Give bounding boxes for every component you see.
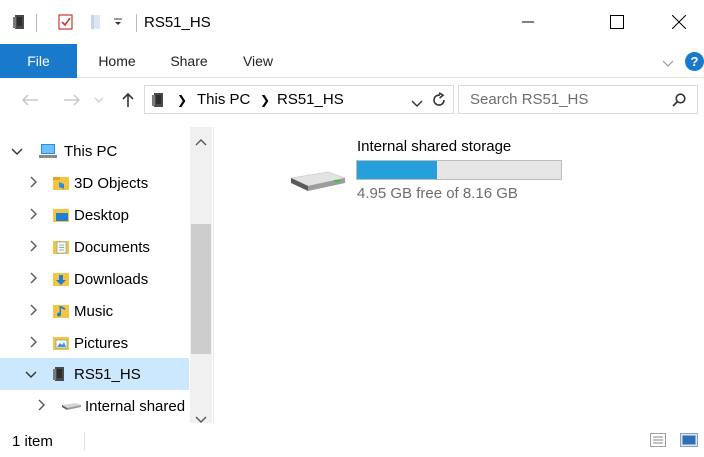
details-view-icon [650,433,666,447]
nav-item-desktop[interactable]: Desktop [0,199,189,231]
chevron-down-icon[interactable] [24,367,38,382]
chevron-right-icon[interactable] [27,304,41,319]
drive-icon[interactable] [288,164,348,198]
downloads-folder-icon [52,271,70,287]
nav-item-label: Music [74,302,114,320]
title-bar: RS51_HS [0,0,704,44]
nav-item-documents[interactable]: Documents [0,231,189,263]
status-bar: 1 item [0,424,704,457]
properties-icon[interactable] [57,13,75,31]
chevron-down-icon [94,97,104,103]
details-view-button[interactable] [650,433,666,447]
customize-quick-access-icon[interactable] [113,13,123,29]
breadcrumb-separator-icon[interactable]: ❯ [260,93,270,107]
nav-item-label: This PC [64,142,118,160]
refresh-icon [433,92,445,106]
breadcrumb-this-pc[interactable]: This PC [197,91,250,108]
tab-file[interactable]: File [0,44,77,78]
forward-arrow-icon [64,94,81,106]
chevron-right-icon[interactable] [27,272,41,287]
tab-view[interactable]: View [225,44,291,78]
3d-objects-folder-icon [52,175,70,191]
refresh-button[interactable] [431,92,447,108]
documents-folder-icon [52,239,70,255]
tab-share[interactable]: Share [155,44,223,78]
nav-item-internal-shared-storage[interactable]: Internal shared [0,390,189,422]
drive-free-space: 4.95 GB free of 8.16 GB [357,185,518,202]
chevron-right-icon[interactable] [35,399,49,414]
search-placeholder: Search RS51_HS [470,91,589,108]
nav-item-downloads[interactable]: Downloads [0,263,189,295]
chevron-right-icon[interactable] [27,208,41,223]
navigation-pane: This PC 3D Objects Desktop Documents Dow… [0,127,214,423]
device-icon [151,92,165,108]
nav-item-music[interactable]: Music [0,295,189,327]
nav-item-pictures[interactable]: Pictures [0,327,189,359]
nav-item-label: 3D Objects [74,174,149,192]
this-pc-icon [38,143,57,159]
large-icons-view-button[interactable] [680,433,698,447]
address-bar[interactable]: ❯ This PC ❯ RS51_HS [144,85,454,114]
nav-scrollbar-thumb[interactable] [191,224,211,354]
desktop-folder-icon [52,207,70,223]
breadcrumb-rs51-hs[interactable]: RS51_HS [277,91,344,108]
scroll-down-icon[interactable] [195,411,207,423]
quick-access-separator [36,14,37,32]
nav-item-label: Pictures [74,334,129,352]
status-separator [84,432,85,450]
expand-ribbon-icon[interactable] [662,56,674,67]
nav-item-label: Downloads [74,270,149,288]
forward-button[interactable] [60,87,84,113]
chevron-right-icon[interactable] [27,176,41,191]
scroll-up-icon[interactable] [195,133,207,146]
search-icon[interactable] [672,93,686,107]
music-folder-icon [52,303,70,319]
pictures-folder-icon [52,335,70,351]
close-button[interactable] [656,0,702,44]
help-button[interactable]: ? [685,52,704,71]
up-button[interactable] [118,87,138,113]
new-folder-icon[interactable] [89,14,103,30]
breadcrumb-separator-icon[interactable]: ❯ [177,93,187,107]
title-separator [136,14,137,32]
nav-item-label: Desktop [74,206,130,224]
item-count: 1 item [12,433,53,450]
window-title: RS51_HS [144,14,211,31]
back-button[interactable] [18,87,42,113]
nav-item-label: Documents [74,238,150,256]
back-arrow-icon [21,94,38,106]
nav-item-this-pc[interactable]: This PC [0,135,189,167]
chevron-down-icon[interactable] [10,144,24,159]
address-history-button[interactable] [411,96,423,107]
ribbon-tabs: File Home Share View [0,44,704,78]
large-icons-view-icon [680,433,698,447]
storage-usage-bar [356,160,562,180]
minimize-button[interactable] [505,0,551,44]
nav-item-3d-objects[interactable]: 3D Objects [0,167,189,199]
tab-home[interactable]: Home [82,44,152,78]
nav-item-label: RS51_HS [74,365,141,383]
chevron-down-icon [411,100,423,107]
close-icon [672,15,686,29]
up-arrow-icon [122,92,134,107]
search-input[interactable]: Search RS51_HS [458,85,698,114]
device-icon [52,366,70,382]
recent-locations-button[interactable] [92,87,106,113]
nav-item-label: Internal shared [85,397,186,415]
minimize-icon [522,21,534,23]
drive-icon [60,398,82,414]
maximize-button[interactable] [594,0,640,44]
chevron-right-icon[interactable] [27,240,41,255]
device-icon[interactable] [12,14,26,30]
chevron-right-icon[interactable] [27,336,41,351]
drive-name[interactable]: Internal shared storage [357,138,511,155]
maximize-icon [610,15,624,29]
nav-item-rs51-hs[interactable]: RS51_HS [0,358,189,390]
storage-usage-fill [357,161,438,179]
